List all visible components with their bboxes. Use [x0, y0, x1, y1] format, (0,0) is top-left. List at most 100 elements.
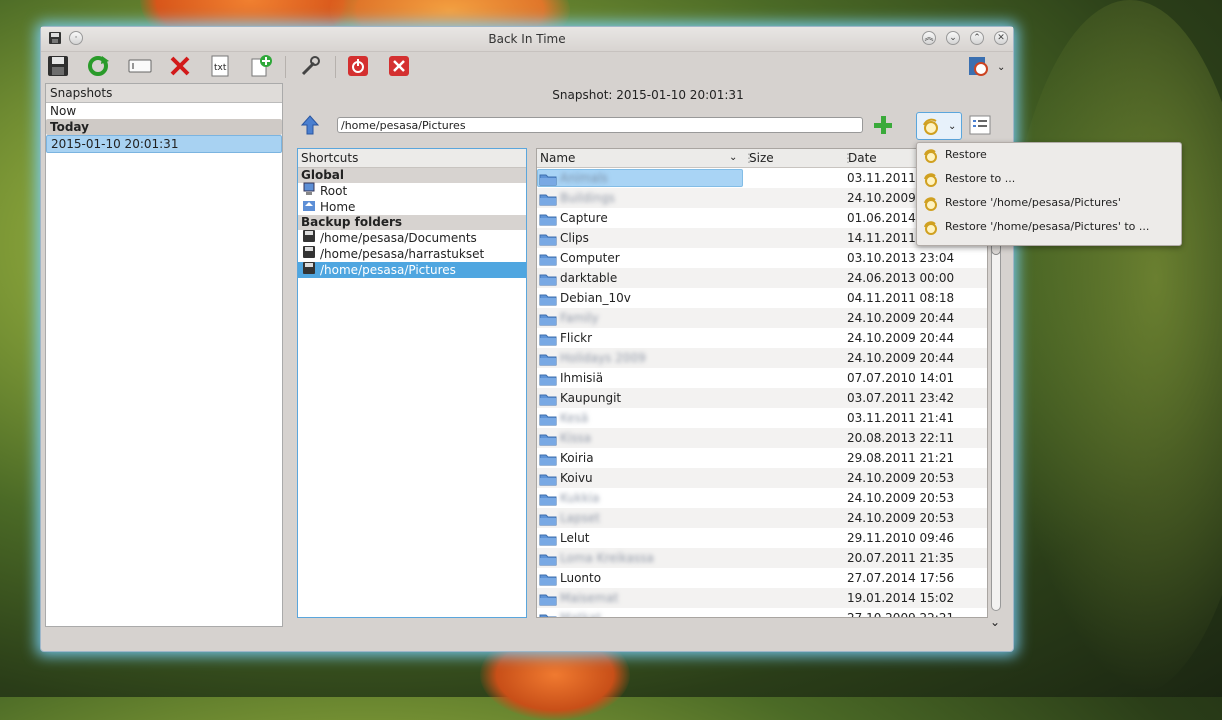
file-name: Kukkia: [560, 491, 600, 505]
shortcuts-group-backup: Backup folders: [298, 215, 526, 230]
menu-item-restore-folder-to[interactable]: Restore '/home/pesasa/Pictures' to ...: [917, 215, 1181, 239]
chevron-down-icon[interactable]: ⌄: [997, 62, 1005, 73]
shortcut-label: /home/pesasa/Pictures: [320, 263, 456, 277]
file-name: darktable: [560, 271, 618, 285]
exit-button[interactable]: [386, 54, 412, 80]
list-view-icon: [969, 115, 991, 138]
shortcut-home[interactable]: Home: [298, 199, 526, 215]
close-icon: [388, 55, 410, 80]
file-row[interactable]: Family 24.10.2009 20:44: [537, 308, 987, 328]
path-field[interactable]: /home/pesasa/Pictures: [337, 117, 863, 133]
column-header-date[interactable]: Date: [848, 149, 877, 167]
file-date: 03.11.2011 21:41: [847, 411, 955, 425]
shortcut-backup-folder[interactable]: /home/pesasa/harrastukset: [298, 246, 526, 262]
file-name: Flickr: [560, 331, 593, 345]
file-name: Lelut: [560, 531, 590, 545]
column-header-name[interactable]: Name: [540, 149, 575, 167]
file-row[interactable]: Loma Kreikassa 20.07.2011 21:35: [537, 548, 987, 568]
arrow-up-icon: [300, 115, 320, 138]
file-row[interactable]: Luonto 27.07.2014 17:56: [537, 568, 987, 588]
refresh-icon: [87, 55, 109, 80]
shortcut-backup-folder-selected[interactable]: /home/pesasa/Pictures: [298, 262, 526, 278]
snapshot-browser: Snapshot: 2015-01-10 20:01:31 /home/pesa…: [289, 83, 1007, 629]
file-row[interactable]: Koiria 29.08.2011 21:21: [537, 448, 987, 468]
file-date: 19.01.2014 15:02: [847, 591, 955, 605]
file-row[interactable]: Ihmisiä 07.07.2010 14:01: [537, 368, 987, 388]
menu-item-restore-to[interactable]: Restore to ...: [917, 167, 1181, 191]
file-name: Luonto: [560, 571, 602, 585]
file-name: Ihmisiä: [560, 371, 604, 385]
file-row[interactable]: Maisemat 19.01.2014 15:02: [537, 588, 987, 608]
maximize-button[interactable]: ⌃: [970, 31, 984, 45]
shortcut-root[interactable]: Root: [298, 182, 526, 199]
refresh-button[interactable]: [85, 54, 111, 80]
file-row[interactable]: Kukkia 24.10.2009 20:53: [537, 488, 987, 508]
name-snapshot-button[interactable]: [127, 54, 153, 80]
shutdown-button[interactable]: [345, 54, 371, 80]
file-name: Clips: [560, 231, 589, 245]
file-date: 29.08.2011 21:21: [847, 451, 955, 465]
file-name: Lapset: [560, 511, 600, 525]
file-row[interactable]: Flickr 24.10.2009 20:44: [537, 328, 987, 348]
file-date: 03.10.2013 23:04: [847, 251, 955, 265]
file-name: Matkat: [560, 611, 602, 618]
menu-item-restore[interactable]: Restore: [917, 143, 1181, 167]
file-date: 24.10.2009 20:44: [847, 351, 955, 365]
toggle-view-button[interactable]: [969, 115, 991, 138]
shortcut-backup-folder[interactable]: /home/pesasa/Documents: [298, 230, 526, 246]
file-row[interactable]: Lapset 24.10.2009 20:53: [537, 508, 987, 528]
file-date: 24.10.2009 20:44: [847, 331, 955, 345]
keep-above-button[interactable]: ︽: [922, 31, 936, 45]
file-row[interactable]: Matkat 27.10.2009 22:21: [537, 608, 987, 618]
snapshots-list[interactable]: Snapshots Now Today 2015-01-10 20:01:31: [45, 83, 283, 627]
view-last-log-button[interactable]: [248, 54, 274, 80]
chevron-down-icon: ⌄: [948, 121, 957, 132]
file-date: 20.08.2013 22:11: [847, 431, 955, 445]
file-row[interactable]: darktable 24.06.2013 00:00: [537, 268, 987, 288]
file-name: Kesä: [560, 411, 589, 425]
wrench-icon: [299, 55, 321, 80]
file-name: Loma Kreikassa: [560, 551, 654, 565]
file-row[interactable]: Kaupungit 03.07.2011 23:42: [537, 388, 987, 408]
take-snapshot-button[interactable]: [45, 54, 71, 80]
view-log-button[interactable]: txt: [207, 54, 233, 80]
menu-item-label: Restore to ...: [945, 172, 1016, 185]
close-window-button[interactable]: ✕: [994, 31, 1008, 45]
title-bar[interactable]: · Back In Time ︽ ⌄ ⌃ ✕: [41, 27, 1013, 52]
remove-snapshot-button[interactable]: [167, 54, 193, 80]
settings-button[interactable]: [297, 54, 323, 80]
snapshot-item-now[interactable]: Now: [46, 103, 282, 119]
file-row[interactable]: Lelut 29.11.2010 09:46: [537, 528, 987, 548]
drive-icon: [302, 261, 316, 279]
file-row[interactable]: Kesä 03.11.2011 21:41: [537, 408, 987, 428]
status-bar: [41, 627, 1013, 649]
folder-up-button[interactable]: [300, 115, 320, 138]
column-header-size[interactable]: Size: [749, 149, 774, 167]
file-row[interactable]: Debian_10v 04.11.2011 08:18: [537, 288, 987, 308]
add-to-include-button[interactable]: [873, 115, 893, 138]
file-row[interactable]: Koivu 24.10.2009 20:53: [537, 468, 987, 488]
file-name: Kaupungit: [560, 391, 622, 405]
file-date: 27.10.2009 22:21: [847, 611, 955, 618]
shortcut-label: /home/pesasa/harrastukset: [320, 247, 485, 261]
file-date: 20.07.2011 21:35: [847, 551, 955, 565]
rename-icon: [128, 58, 152, 77]
main-menu-button[interactable]: [965, 54, 991, 80]
add-document-icon: [250, 54, 272, 80]
file-date: 24.06.2013 00:00: [847, 271, 955, 285]
snapshot-item-selected[interactable]: 2015-01-10 20:01:31: [46, 135, 282, 153]
shortcuts-group-global: Global: [298, 168, 526, 183]
file-row[interactable]: Holidays 2009 24.10.2009 20:44: [537, 348, 987, 368]
shortcuts-panel: Shortcuts Global Root Home Backup folder…: [297, 148, 527, 618]
menu-item-restore-folder[interactable]: Restore '/home/pesasa/Pictures': [917, 191, 1181, 215]
restore-button[interactable]: ⌄: [916, 112, 962, 140]
file-row[interactable]: Computer 03.10.2013 23:04: [537, 248, 987, 268]
file-name: Kissa: [560, 431, 592, 445]
file-row[interactable]: Kissa 20.08.2013 22:11: [537, 428, 987, 448]
file-date: 24.10.2009 20:53: [847, 471, 955, 485]
file-date: 24.10.2009 20:44: [847, 311, 955, 325]
minimize-button[interactable]: ⌄: [946, 31, 960, 45]
sort-chevron-icon: ⌄: [729, 152, 738, 163]
shortcuts-header: Shortcuts: [298, 149, 526, 168]
window-title: Back In Time: [488, 32, 566, 46]
